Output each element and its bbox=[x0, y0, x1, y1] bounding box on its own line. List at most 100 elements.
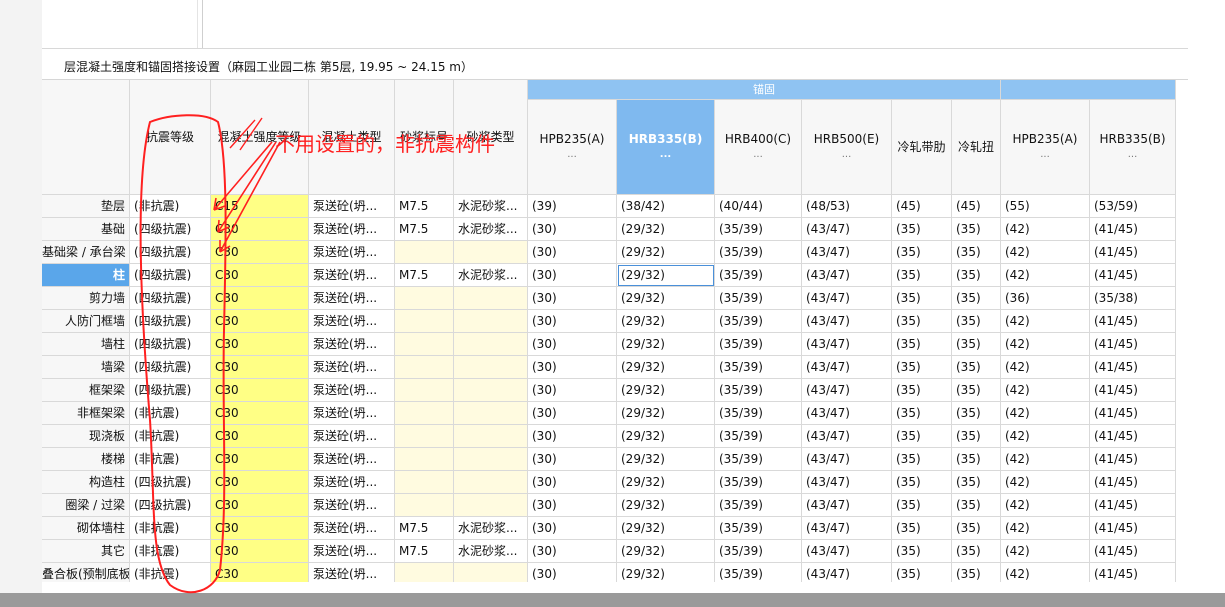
grid-cell[interactable]: (43/47) bbox=[802, 379, 892, 402]
grid-cell[interactable]: (42) bbox=[1001, 540, 1090, 563]
grid-cell[interactable]: (29/32) bbox=[617, 356, 715, 379]
grid-cell[interactable]: C30 bbox=[211, 425, 309, 448]
grid-cell[interactable]: (四级抗震) bbox=[130, 218, 211, 241]
grid-cell[interactable]: (43/47) bbox=[802, 310, 892, 333]
grid-cell[interactable]: (29/32) bbox=[617, 379, 715, 402]
grid-cell[interactable] bbox=[454, 379, 528, 402]
grid-cell[interactable]: 泵送砼(坍... bbox=[309, 517, 395, 540]
grid-cell[interactable]: M7.5 bbox=[395, 540, 454, 563]
grid-cell[interactable]: (42) bbox=[1001, 379, 1090, 402]
grid-cell[interactable]: (四级抗震) bbox=[130, 310, 211, 333]
grid-cell[interactable] bbox=[454, 287, 528, 310]
column-header-6[interactable]: HPB235(A)... bbox=[528, 100, 617, 195]
grid-cell[interactable]: (29/32) bbox=[617, 425, 715, 448]
grid-cell[interactable]: (42) bbox=[1001, 563, 1090, 582]
grid-cell[interactable] bbox=[454, 402, 528, 425]
grid-cell[interactable]: (29/32) bbox=[617, 402, 715, 425]
grid-cell[interactable]: (35) bbox=[952, 356, 1001, 379]
grid-cell[interactable]: C30 bbox=[211, 471, 309, 494]
grid-cell[interactable]: (35/39) bbox=[715, 448, 802, 471]
grid-cell[interactable]: 泵送砼(坍... bbox=[309, 494, 395, 517]
row-header[interactable]: 人防门框墙 bbox=[42, 310, 130, 333]
grid-cell[interactable]: M7.5 bbox=[395, 264, 454, 287]
grid-cell[interactable]: (29/32) bbox=[617, 264, 715, 287]
top-panel-divider[interactable] bbox=[202, 0, 203, 48]
grid-cell[interactable]: 泵送砼(坍... bbox=[309, 402, 395, 425]
grid-cell[interactable] bbox=[395, 333, 454, 356]
grid-cell[interactable]: (30) bbox=[528, 425, 617, 448]
grid-cell[interactable]: (35/39) bbox=[715, 494, 802, 517]
grid-cell[interactable]: (41/45) bbox=[1090, 425, 1176, 448]
grid-cell[interactable]: (29/32) bbox=[617, 471, 715, 494]
grid-cell[interactable]: (35) bbox=[892, 563, 952, 582]
row-header[interactable]: 非框架梁 bbox=[42, 402, 130, 425]
grid-cell[interactable]: (30) bbox=[528, 310, 617, 333]
grid-cell[interactable] bbox=[395, 241, 454, 264]
grid-cell[interactable]: (35/39) bbox=[715, 241, 802, 264]
grid-cell[interactable]: (40/44) bbox=[715, 195, 802, 218]
grid-cell[interactable]: (非抗震) bbox=[130, 448, 211, 471]
row-header[interactable]: 楼梯 bbox=[42, 448, 130, 471]
grid-cell[interactable]: (30) bbox=[528, 287, 617, 310]
grid-cell[interactable] bbox=[454, 356, 528, 379]
row-header[interactable]: 砌体墙柱 bbox=[42, 517, 130, 540]
grid-cell[interactable]: 水泥砂浆... bbox=[454, 517, 528, 540]
grid-cell[interactable]: (43/47) bbox=[802, 264, 892, 287]
grid-cell[interactable]: (42) bbox=[1001, 402, 1090, 425]
grid-cell[interactable]: (30) bbox=[528, 241, 617, 264]
grid-cell[interactable]: (43/47) bbox=[802, 287, 892, 310]
grid-cell[interactable]: (42) bbox=[1001, 218, 1090, 241]
grid-cell[interactable]: (35) bbox=[892, 218, 952, 241]
grid-cell[interactable]: (35) bbox=[952, 494, 1001, 517]
grid-cell[interactable]: (30) bbox=[528, 402, 617, 425]
grid-cell[interactable]: (非抗震) bbox=[130, 563, 211, 582]
row-header[interactable]: 基础 bbox=[42, 218, 130, 241]
grid-cell[interactable]: (29/32) bbox=[617, 517, 715, 540]
grid-cell[interactable]: (非抗震) bbox=[130, 402, 211, 425]
grid-cell[interactable]: (35/39) bbox=[715, 287, 802, 310]
grid-cell[interactable]: (35) bbox=[892, 471, 952, 494]
grid-cell[interactable]: C30 bbox=[211, 333, 309, 356]
grid-cell[interactable]: (35/39) bbox=[715, 310, 802, 333]
grid-cell[interactable]: 泵送砼(坍... bbox=[309, 563, 395, 582]
grid-cell[interactable]: (41/45) bbox=[1090, 264, 1176, 287]
grid-cell[interactable]: (42) bbox=[1001, 264, 1090, 287]
grid-cell[interactable] bbox=[454, 425, 528, 448]
grid-cell[interactable]: (35) bbox=[952, 448, 1001, 471]
grid-cell[interactable]: (45) bbox=[952, 195, 1001, 218]
grid-cell[interactable]: C30 bbox=[211, 241, 309, 264]
grid-cell[interactable]: (35) bbox=[892, 287, 952, 310]
horizontal-scrollbar[interactable] bbox=[0, 593, 1225, 607]
grid-cell[interactable]: (43/47) bbox=[802, 218, 892, 241]
grid-cell[interactable]: (30) bbox=[528, 563, 617, 582]
grid-cell[interactable]: 泵送砼(坍... bbox=[309, 310, 395, 333]
grid-cell[interactable]: (35) bbox=[892, 402, 952, 425]
grid-cell[interactable]: (30) bbox=[528, 494, 617, 517]
grid-cell[interactable]: (42) bbox=[1001, 448, 1090, 471]
grid-cell[interactable]: (35) bbox=[952, 333, 1001, 356]
grid-cell[interactable] bbox=[395, 563, 454, 582]
grid-cell[interactable]: C30 bbox=[211, 563, 309, 582]
grid-cell[interactable]: (非抗震) bbox=[130, 195, 211, 218]
grid-cell[interactable]: (35) bbox=[892, 494, 952, 517]
grid-cell[interactable]: C30 bbox=[211, 448, 309, 471]
row-header[interactable]: 垫层 bbox=[42, 195, 130, 218]
grid-cell[interactable]: (41/45) bbox=[1090, 241, 1176, 264]
grid-cell[interactable]: C30 bbox=[211, 494, 309, 517]
grid-cell[interactable]: C15 bbox=[211, 195, 309, 218]
grid-cell[interactable]: (29/32) bbox=[617, 563, 715, 582]
grid-cell[interactable]: (非抗震) bbox=[130, 540, 211, 563]
grid-cell[interactable]: (35/39) bbox=[715, 517, 802, 540]
grid-cell[interactable] bbox=[395, 402, 454, 425]
grid-cell[interactable]: (43/47) bbox=[802, 448, 892, 471]
grid-cell[interactable]: (45) bbox=[892, 195, 952, 218]
grid-cell[interactable]: (35/39) bbox=[715, 218, 802, 241]
column-header-1[interactable]: 抗震等级 bbox=[130, 80, 211, 195]
column-header-13[interactable]: HRB335(B)... bbox=[1090, 100, 1176, 195]
grid-cell[interactable] bbox=[395, 494, 454, 517]
grid-cell[interactable]: (30) bbox=[528, 540, 617, 563]
grid-cell[interactable]: (35) bbox=[952, 218, 1001, 241]
grid-cell[interactable]: 泵送砼(坍... bbox=[309, 241, 395, 264]
grid-cell[interactable]: (35/39) bbox=[715, 402, 802, 425]
grid-cell[interactable]: (41/45) bbox=[1090, 333, 1176, 356]
